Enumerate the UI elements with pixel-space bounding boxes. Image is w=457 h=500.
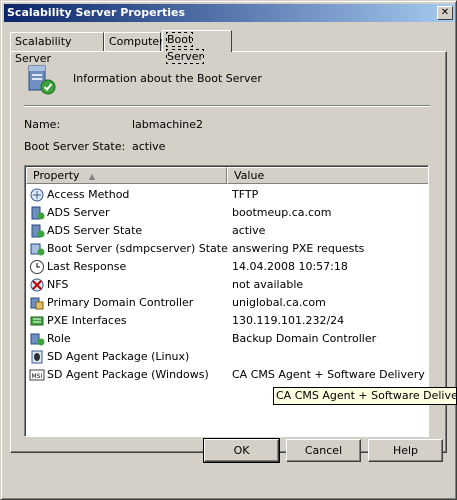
ok-button[interactable]: OK (203, 438, 280, 463)
linux-package-icon (31, 350, 43, 364)
info-text: Information about the Boot Server (73, 72, 262, 85)
list-item[interactable]: Access Method TFTP (26, 186, 428, 204)
list-item[interactable]: ADS Server bootmeup.ca.com (26, 204, 428, 222)
boot-state-icon (30, 243, 45, 256)
close-icon: ✕ (440, 7, 450, 18)
title-bar[interactable]: Scalability Server Properties ✕ (4, 4, 455, 22)
tab-computer[interactable]: Computer (104, 32, 164, 51)
column-value[interactable]: Value (227, 167, 428, 184)
list-item[interactable]: MSI SD Agent Package (Windows) CA CMS Ag… (26, 366, 428, 384)
list-item[interactable]: PXE Interfaces 130.119.101.232/24 (26, 312, 428, 330)
server-icon (28, 65, 56, 95)
svg-text:MSI: MSI (32, 373, 43, 380)
pxe-interfaces-icon (30, 316, 44, 326)
tab-scalability-server[interactable]: Scalability Server (10, 32, 104, 65)
clock-icon (30, 260, 44, 274)
cancel-button[interactable]: Cancel (286, 439, 361, 462)
list-header: Property ▲ Value (26, 167, 428, 184)
list-item[interactable]: Role Backup Domain Controller (26, 330, 428, 348)
state-label: Boot Server State: (24, 140, 126, 153)
list-item[interactable]: Last Response 14.04.2008 10:57:18 (26, 258, 428, 276)
msi-package-icon: MSI (29, 369, 45, 381)
list-item[interactable]: Boot Server (sdmpcserver) State answerin… (26, 240, 428, 258)
window-title: Scalability Server Properties (7, 6, 186, 19)
list-item[interactable]: SD Agent Package (Linux) (26, 348, 428, 366)
name-value: labmachine2 (132, 118, 204, 131)
list-item[interactable]: NFS not available (26, 276, 428, 294)
list-item[interactable]: Primary Domain Controller uniglobal.ca.c… (26, 294, 428, 312)
role-icon (30, 333, 45, 346)
access-method-icon (30, 188, 44, 202)
nfs-icon (30, 278, 44, 292)
help-button[interactable]: Help (368, 439, 443, 462)
sort-ascending-icon: ▲ (89, 172, 96, 181)
value-tooltip: CA CMS Agent + Software Delivery pl (273, 387, 457, 405)
tab-boot-server[interactable]: Boot Server (162, 30, 232, 64)
name-label: Name: (24, 118, 61, 131)
column-property[interactable]: Property ▲ (26, 167, 227, 184)
domain-controller-icon (30, 297, 44, 310)
ads-state-icon (31, 224, 45, 238)
ads-server-icon (31, 206, 45, 220)
list-item[interactable]: ADS Server State active (26, 222, 428, 240)
separator (24, 105, 430, 107)
close-button[interactable]: ✕ (437, 6, 453, 20)
state-value: active (132, 140, 166, 153)
